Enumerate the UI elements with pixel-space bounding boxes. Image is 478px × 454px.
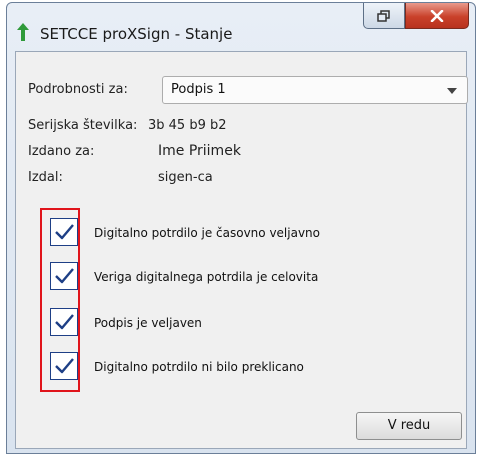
title-bar[interactable]: SETCCE proXSign - Stanje (7, 3, 475, 51)
checkbox-signature-valid[interactable] (50, 308, 78, 336)
status-dialog-window: SETCCE proXSign - Stanje Podrobnosti za:… (6, 2, 476, 454)
check-label-not-revoked: Digitalno potrdilo ni bilo preklicano (94, 360, 304, 374)
checkmark-icon (55, 224, 74, 240)
restore-icon (377, 9, 390, 22)
dialog-content: Podrobnosti za: Podpis 1 Serijska števil… (15, 51, 468, 449)
restore-button[interactable] (363, 3, 405, 29)
chevron-down-icon (447, 88, 457, 94)
signature-select-value: Podpis 1 (171, 82, 226, 97)
check-label-chain-complete: Veriga digitalnega potrdila je celovita (94, 270, 319, 284)
issuer-value: sigen-ca (158, 170, 213, 185)
check-label-time-valid: Digitalno potrdilo je časovno veljavno (94, 226, 321, 240)
checkmark-icon (55, 314, 74, 330)
window-title: SETCCE proXSign - Stanje (40, 25, 233, 43)
serial-number-label: Serijska številka: (28, 118, 138, 133)
issued-to-value: Ime Priimek (158, 143, 241, 159)
signature-select[interactable]: Podpis 1 (162, 76, 468, 104)
checkbox-time-valid[interactable] (50, 218, 78, 246)
serial-number-value: 3b 45 b9 b2 (148, 118, 227, 133)
issued-to-label: Izdano za: (28, 144, 95, 159)
issuer-label: Izdal: (28, 170, 63, 185)
check-label-signature-valid: Podpis je veljaven (94, 316, 202, 330)
close-icon (430, 9, 444, 22)
ok-button[interactable]: V redu (356, 412, 462, 440)
close-button[interactable] (405, 3, 469, 29)
checkmark-icon (55, 268, 74, 284)
details-for-label: Podrobnosti za: (28, 82, 128, 97)
app-logo-icon (17, 23, 29, 41)
checkbox-chain-complete[interactable] (50, 262, 78, 290)
checkbox-not-revoked[interactable] (50, 352, 78, 380)
checkmark-icon (55, 358, 74, 374)
